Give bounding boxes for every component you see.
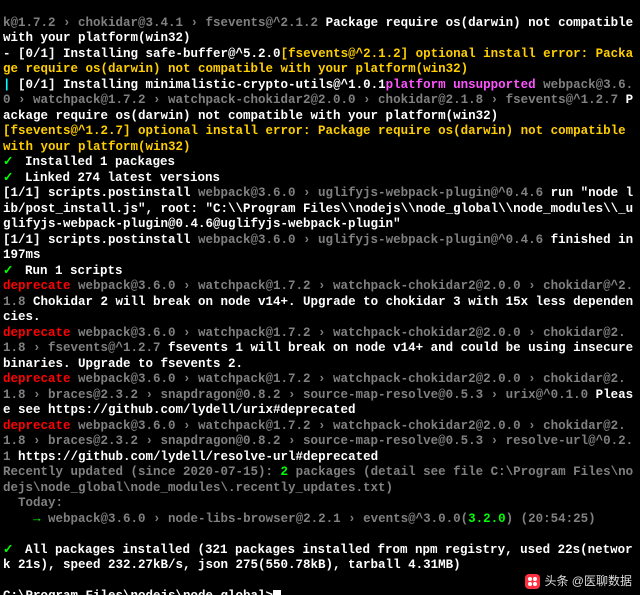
- deprecate-msg: https://github.com/lydell/resolve-url#de…: [18, 450, 378, 464]
- deprecate-label: deprecate: [3, 279, 71, 293]
- new-version: 3.2.0: [468, 512, 506, 526]
- check-icon: [3, 155, 17, 169]
- pkg-chain: webpack@3.6.0 › uglifyjs-webpack-plugin@…: [191, 186, 551, 200]
- postinstall-label: [1/1] scripts.postinstall: [3, 233, 191, 247]
- arrow-icon: →: [3, 512, 48, 526]
- linked-msg: Linked 274 latest versions: [17, 171, 220, 185]
- pkg-chain: webpack@3.6.0 › watchpack@1.7.2 › watchp…: [3, 372, 626, 402]
- pkg-chain: k@1.7.2 › chokidar@3.4.1 › fsevents@^2.1…: [3, 16, 326, 30]
- paren: ): [506, 512, 521, 526]
- deprecate-label: deprecate: [3, 326, 71, 340]
- spinner: -: [3, 47, 18, 61]
- spinner: |: [3, 78, 18, 92]
- deprecate-msg: Chokidar 2 will break on node v14+. Upgr…: [3, 295, 633, 325]
- postinstall-label: [1/1] scripts.postinstall: [3, 186, 191, 200]
- check-icon: [3, 264, 17, 278]
- check-icon: [3, 171, 17, 185]
- pkg-chain: webpack@3.6.0 › uglifyjs-webpack-plugin@…: [191, 233, 551, 247]
- prompt[interactable]: C:\Program Files\nodejs\node_global>: [3, 589, 273, 595]
- today-label: Today:: [3, 496, 63, 510]
- install-progress: [0/1] Installing safe-buffer@^5.2.0: [18, 47, 281, 61]
- scripts-msg: Run 1 scripts: [17, 264, 122, 278]
- platform-unsupported: platform unsupported: [386, 78, 536, 92]
- check-icon: [3, 543, 17, 557]
- recent-label: Recently updated (since 2020-07-15):: [3, 465, 281, 479]
- toutiao-icon: [525, 574, 540, 589]
- cursor: [273, 590, 281, 595]
- deprecate-label: deprecate: [3, 372, 71, 386]
- installed-msg: Installed 1 packages: [17, 155, 175, 169]
- timestamp: (20:54:25): [521, 512, 596, 526]
- paren: (: [461, 512, 469, 526]
- summary-msg: All packages installed (321 packages ins…: [3, 543, 633, 573]
- recent-count: 2: [281, 465, 289, 479]
- pkg-chain: webpack@3.6.0 › node-libs-browser@2.2.1 …: [48, 512, 461, 526]
- optional-error: [fsevents@^1.2.7] optional install error…: [3, 124, 633, 154]
- deprecate-label: deprecate: [3, 419, 71, 433]
- install-progress: [0/1] Installing minimalistic-crypto-uti…: [18, 78, 386, 92]
- watermark: 头条 @医聊数据: [525, 574, 632, 590]
- terminal-output[interactable]: k@1.7.2 › chokidar@3.4.1 › fsevents@^2.1…: [0, 0, 640, 595]
- watermark-text: 头条 @医聊数据: [544, 574, 632, 590]
